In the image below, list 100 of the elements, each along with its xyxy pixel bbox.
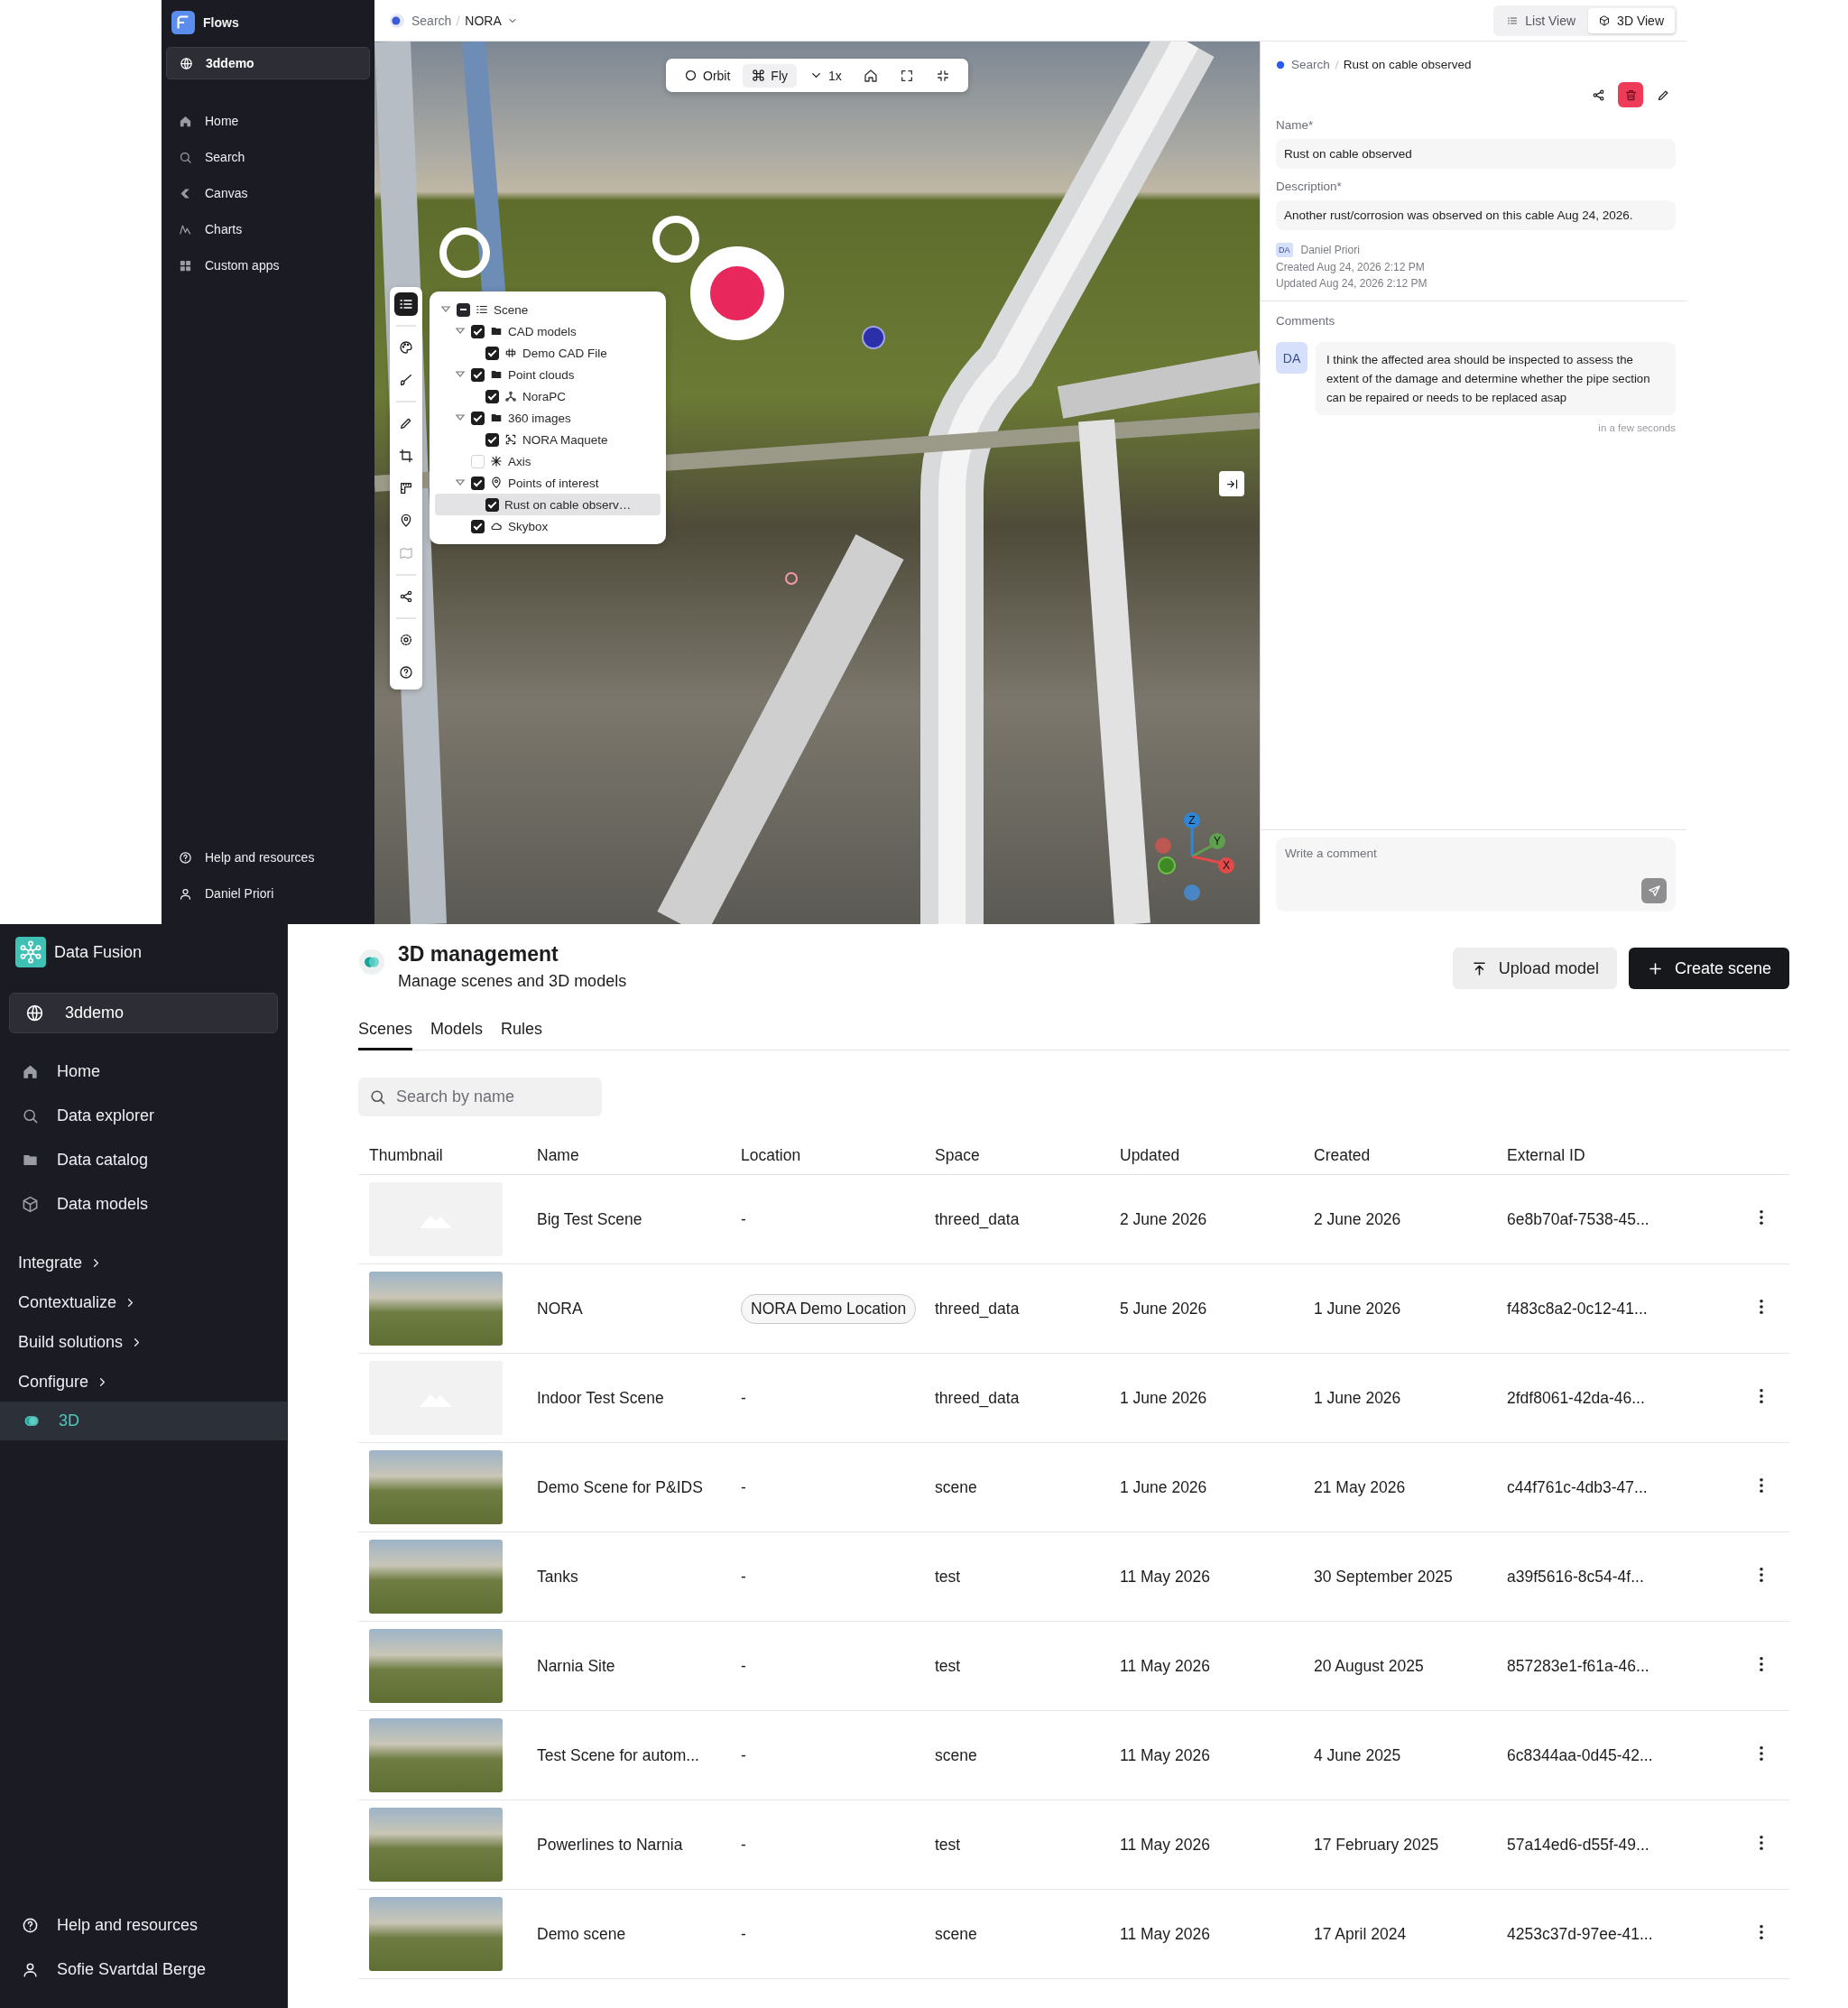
upload-button[interactable]: Upload model	[1452, 948, 1617, 989]
checkbox[interactable]	[471, 476, 485, 490]
create-button[interactable]: Create scene	[1628, 948, 1789, 989]
table-cell: -	[741, 1567, 746, 1586]
tree-item[interactable]: Scene	[435, 299, 661, 320]
navigation-mode-button[interactable]: Fly	[743, 63, 797, 88]
table-cell: 2 June 2026	[1314, 1209, 1401, 1228]
table-cell: scene	[935, 1477, 977, 1496]
tree-item-label: Rust on cable observ…	[504, 497, 632, 512]
tree-item[interactable]: NORA Maquete	[435, 429, 661, 450]
axis-handle[interactable]	[1184, 884, 1200, 901]
table-cell: threed_data	[935, 1388, 1020, 1407]
share-icon	[1591, 88, 1605, 102]
marker-ring[interactable]	[652, 216, 699, 263]
sidebar-item[interactable]: Charts	[166, 211, 370, 247]
sidebar-section[interactable]: Integrate	[0, 1243, 287, 1282]
tree-item[interactable]: Axis	[435, 450, 661, 472]
more-options-icon[interactable]	[1758, 1387, 1764, 1404]
sidebar-item[interactable]: Help and resources	[166, 839, 370, 875]
checkbox[interactable]	[471, 367, 485, 382]
list-icon[interactable]	[394, 292, 418, 316]
tree-item[interactable]: CAD models	[435, 320, 661, 342]
search-icon	[22, 1107, 39, 1124]
column-header: External ID	[1496, 1137, 1732, 1175]
comment-field[interactable]: Write a comment	[1276, 837, 1676, 911]
more-options-icon[interactable]	[1758, 1923, 1764, 1940]
sidebar-item[interactable]: Sofie Svartdal Berge	[0, 1948, 287, 1992]
more-options-icon[interactable]	[1758, 1208, 1764, 1226]
tab[interactable]: Models	[430, 1014, 484, 1050]
text-field[interactable]: Another rust/corrosion was observed on this cable Aug 24, 2026.	[1276, 200, 1676, 230]
tree-item[interactable]: Rust on cable observ…	[435, 494, 661, 515]
more-options-icon[interactable]	[1758, 1744, 1764, 1762]
tree-item[interactable]: Demo CAD File	[435, 342, 661, 364]
marker-dot[interactable]	[785, 572, 798, 585]
tree-item[interactable]: NoraPC	[435, 385, 661, 407]
sidebar-item[interactable]: Data explorer	[0, 1094, 287, 1138]
tab[interactable]: Rules	[501, 1014, 543, 1050]
sidebar-item[interactable]: Canvas	[166, 175, 370, 211]
delete-button[interactable]	[1618, 82, 1643, 107]
navigation-mode-button[interactable]: Orbit	[675, 63, 740, 88]
more-options-icon[interactable]	[1758, 1298, 1764, 1315]
tree-item-label: 360 images	[508, 411, 571, 425]
axis-handle[interactable]	[1209, 833, 1225, 849]
location-tag: NORA Demo Location	[741, 1293, 917, 1324]
sidebar-item[interactable]: Data catalog	[0, 1138, 287, 1182]
checkbox[interactable]	[485, 497, 499, 512]
axis-handle[interactable]	[1184, 812, 1200, 828]
more-options-icon[interactable]	[1758, 1566, 1764, 1583]
tree-item[interactable]: Point clouds	[435, 364, 661, 385]
checkbox[interactable]	[471, 324, 485, 338]
breadcrumb-link[interactable]: Search	[411, 13, 452, 28]
sidebar-item[interactable]: Help and resources	[0, 1903, 287, 1948]
axis-handle[interactable]	[1155, 837, 1171, 854]
speed-dropdown[interactable]: 1x	[800, 63, 851, 88]
home-icon[interactable]	[863, 68, 878, 83]
user-icon	[179, 886, 192, 901]
table-cell: -	[741, 1924, 746, 1943]
search-icon	[179, 150, 192, 164]
breadcrumb-link[interactable]: Search	[1291, 58, 1330, 71]
shrink-icon[interactable]	[935, 68, 950, 83]
tree-item[interactable]: 360 images	[435, 407, 661, 429]
sidebar-section[interactable]: Contextualize	[0, 1282, 287, 1322]
more-options-icon[interactable]	[1758, 1476, 1764, 1494]
dot-icon	[1276, 60, 1285, 69]
sidebar-section[interactable]: Configure	[0, 1362, 287, 1402]
folder-icon	[490, 412, 503, 424]
more-options-icon[interactable]	[1758, 1834, 1764, 1851]
sidebar-item[interactable]: Daniel Priori	[166, 875, 370, 911]
tab[interactable]: Scenes	[358, 1014, 413, 1050]
tree-item[interactable]: Skybox	[435, 515, 661, 537]
text-field[interactable]: Rust on cable observed	[1276, 139, 1676, 169]
checkbox[interactable]	[485, 346, 499, 360]
checkbox[interactable]	[485, 432, 499, 447]
sidebar-item[interactable]: Search	[166, 139, 370, 175]
project-selector[interactable]: 3ddemo	[166, 47, 370, 79]
sidebar-item[interactable]: Custom apps	[166, 247, 370, 283]
sidebar-item[interactable]: Home	[0, 1050, 287, 1094]
send-button[interactable]	[1641, 878, 1667, 903]
view-tab[interactable]: List View	[1496, 7, 1587, 33]
checkbox[interactable]	[485, 389, 499, 403]
app-name: Flows	[203, 15, 239, 30]
tree-item[interactable]: Points of interest	[435, 472, 661, 494]
checkbox[interactable]	[457, 302, 470, 317]
checkbox[interactable]	[471, 411, 485, 425]
field-label: Description*	[1276, 180, 1343, 193]
fullscreen-icon[interactable]	[899, 68, 914, 83]
view-tab[interactable]: 3D View	[1588, 7, 1675, 33]
project-selector[interactable]: 3ddemo	[9, 993, 278, 1033]
sidebar-item[interactable]: Data models	[0, 1182, 287, 1226]
axis-handle[interactable]	[1218, 857, 1234, 874]
breadcrumb-dropdown[interactable]: NORA	[465, 13, 518, 28]
collapse-panel-button[interactable]	[1219, 471, 1244, 496]
checkbox[interactable]	[471, 519, 485, 533]
sidebar-item[interactable]: 3D	[0, 1402, 287, 1440]
more-options-icon[interactable]	[1758, 1655, 1764, 1672]
cube-icon	[22, 1196, 39, 1213]
sidebar-section[interactable]: Build solutions	[0, 1322, 287, 1362]
marker-ring[interactable]	[439, 227, 490, 278]
sidebar-item[interactable]: Home	[166, 103, 370, 139]
search-field[interactable]: Search by name	[358, 1078, 602, 1116]
